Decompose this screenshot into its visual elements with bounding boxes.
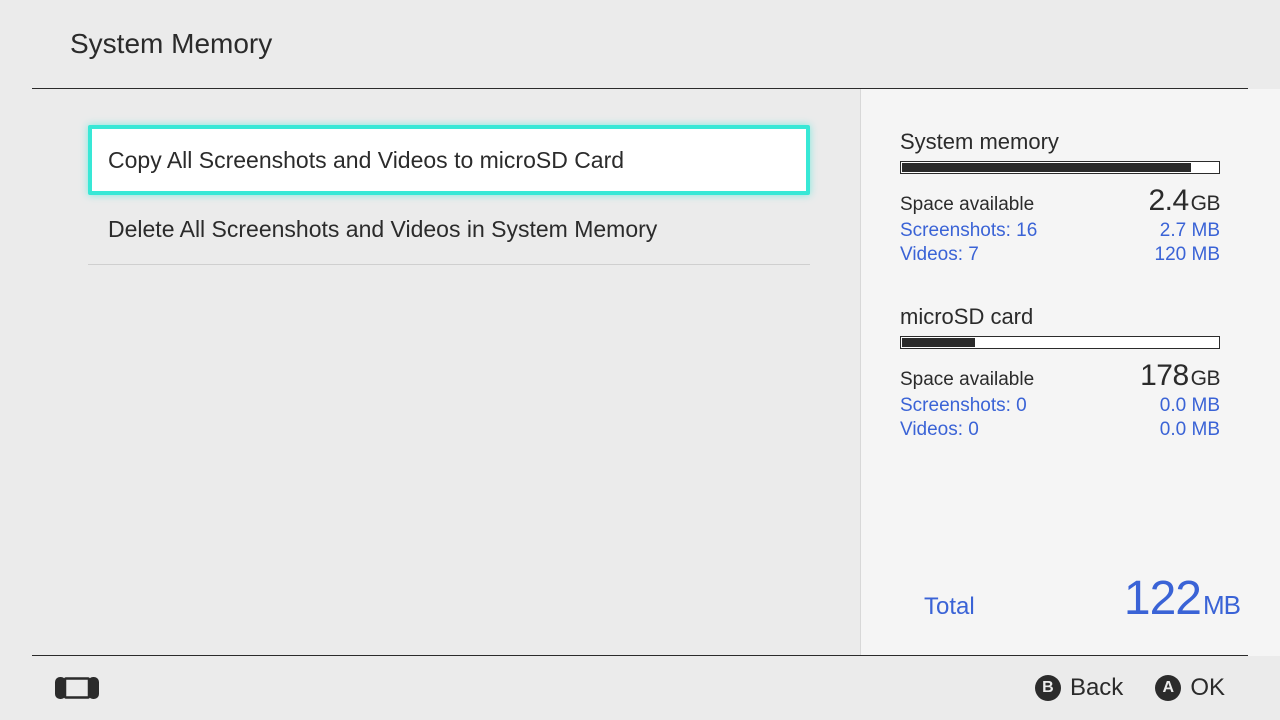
microsd-space-row: Space available 178GB: [900, 359, 1220, 393]
space-value-unit: GB: [1191, 192, 1220, 215]
space-value-number: 2.4: [1148, 184, 1188, 217]
back-label: Back: [1070, 674, 1123, 702]
ok-label: OK: [1190, 674, 1225, 702]
main-area: Copy All Screenshots and Videos to micro…: [0, 89, 1280, 656]
total-value-number: 122: [1124, 572, 1201, 625]
system-videos-row: Videos: 7 120 MB: [900, 244, 1220, 266]
screenshots-size-value: 0.0 MB: [1160, 395, 1220, 417]
system-space-row: Space available 2.4GB: [900, 184, 1220, 218]
total-label: Total: [900, 593, 975, 621]
system-screenshots-row: Screenshots: 16 2.7 MB: [900, 220, 1220, 242]
menu-item-label: Delete All Screenshots and Videos in Sys…: [108, 216, 657, 243]
total-row: Total 122MB: [900, 571, 1240, 626]
header: System Memory: [0, 0, 1280, 88]
system-memory-block: System memory Space available 2.4GB Scre…: [900, 129, 1240, 266]
microsd-screenshots-row: Screenshots: 0 0.0 MB: [900, 395, 1220, 417]
menu: Copy All Screenshots and Videos to micro…: [0, 89, 860, 656]
screenshots-count-label: Screenshots: 16: [900, 220, 1037, 242]
videos-size-value: 120 MB: [1155, 244, 1220, 266]
microsd-bar-fill: [902, 338, 975, 347]
menu-item-delete-all[interactable]: Delete All Screenshots and Videos in Sys…: [88, 195, 810, 265]
space-available-label: Space available: [900, 194, 1034, 216]
space-value-number: 178: [1140, 359, 1189, 392]
a-button-icon: A: [1155, 675, 1181, 701]
total-value-unit: MB: [1203, 590, 1240, 620]
space-value-unit: GB: [1191, 367, 1220, 390]
b-button-icon: B: [1035, 675, 1061, 701]
videos-count-label: Videos: 0: [900, 419, 979, 441]
storage-panel: System memory Space available 2.4GB Scre…: [860, 89, 1280, 656]
ok-button[interactable]: A OK: [1155, 674, 1225, 702]
panel-divider: [860, 89, 861, 656]
space-available-value: 2.4GB: [1148, 184, 1220, 218]
menu-item-label: Copy All Screenshots and Videos to micro…: [108, 147, 624, 174]
system-memory-bar: [900, 161, 1220, 174]
microsd-title: microSD card: [900, 304, 1240, 330]
footer: B Back A OK: [0, 656, 1280, 720]
microsd-block: microSD card Space available 178GB Scree…: [900, 304, 1240, 441]
menu-item-copy-to-microsd[interactable]: Copy All Screenshots and Videos to micro…: [88, 125, 810, 195]
videos-count-label: Videos: 7: [900, 244, 979, 266]
screenshots-count-label: Screenshots: 0: [900, 395, 1027, 417]
microsd-bar: [900, 336, 1220, 349]
videos-size-value: 0.0 MB: [1160, 419, 1220, 441]
total-value: 122MB: [1124, 571, 1240, 626]
system-memory-title: System memory: [900, 129, 1240, 155]
screenshots-size-value: 2.7 MB: [1160, 220, 1220, 242]
system-memory-bar-fill: [902, 163, 1191, 172]
controller-icon: [55, 677, 99, 699]
back-button[interactable]: B Back: [1035, 674, 1123, 702]
page-title: System Memory: [70, 28, 272, 60]
space-available-label: Space available: [900, 369, 1034, 391]
space-available-value: 178GB: [1140, 359, 1220, 393]
microsd-videos-row: Videos: 0 0.0 MB: [900, 419, 1220, 441]
